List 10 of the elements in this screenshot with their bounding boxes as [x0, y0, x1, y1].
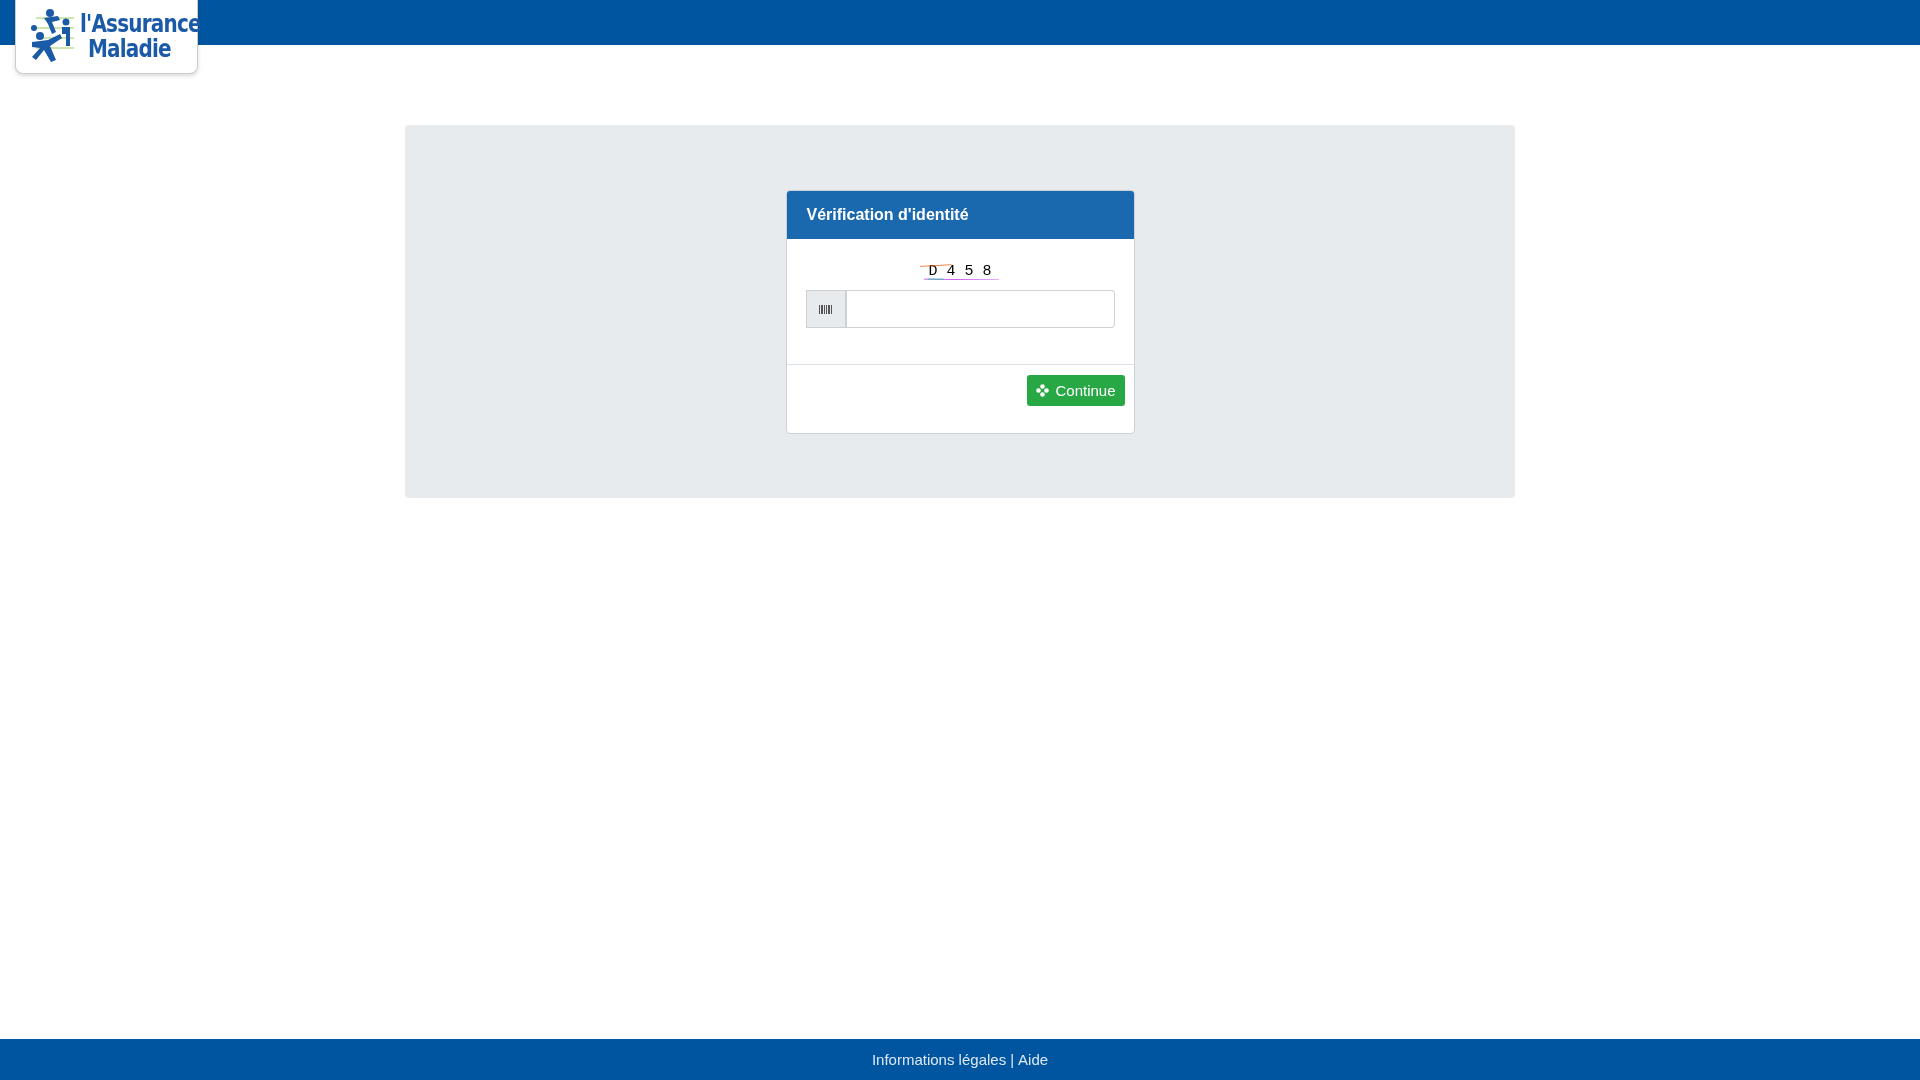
separator: |: [1010, 1051, 1015, 1068]
captcha-image: D 4 5 8: [920, 263, 1000, 280]
continue-button[interactable]: Continue: [1027, 375, 1125, 406]
captcha-input-field[interactable]: [846, 290, 1115, 328]
dots-icon: [1036, 384, 1050, 397]
footer-link[interactable]: Aide: [1018, 1051, 1049, 1068]
footer-link[interactable]: Informations légales: [871, 1051, 1007, 1068]
logo-text: Maladie: [88, 35, 172, 61]
barcode-icon: [819, 304, 832, 314]
card-title: Vérification d'identité: [786, 191, 1134, 239]
